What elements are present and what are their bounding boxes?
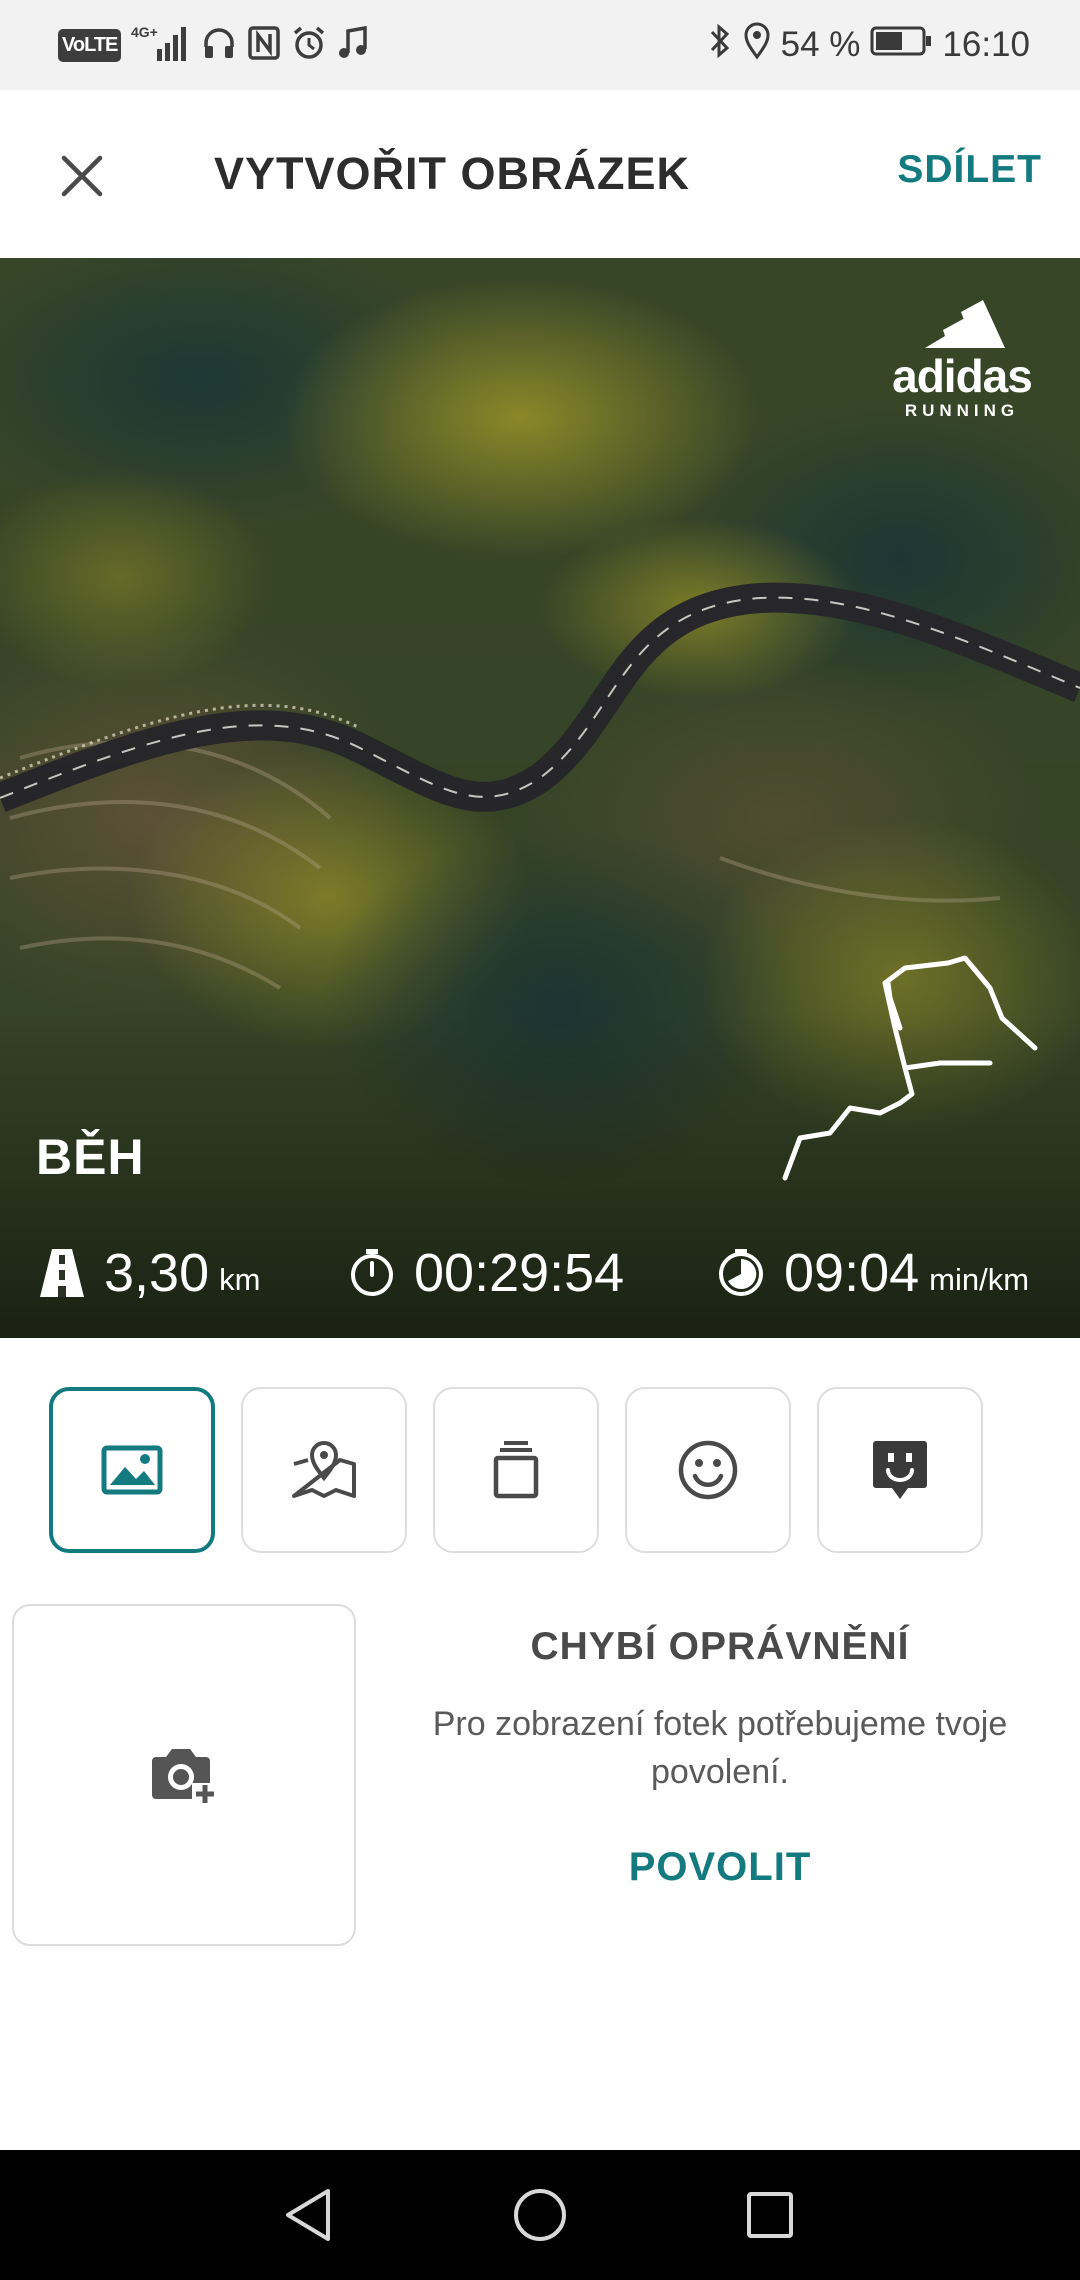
status-bar: VoLTE 4G+ 54 % 16:10: [0, 0, 1080, 90]
volte-badge: VoLTE: [58, 28, 122, 62]
bluetooth-icon: [707, 22, 733, 69]
sticker-icon: [873, 1441, 927, 1499]
pace-unit: min/km: [929, 1262, 1030, 1297]
tool-background-image[interactable]: [49, 1387, 215, 1553]
adidas-running-logo: adidas RUNNING: [882, 298, 1042, 421]
pace-stat: 09:04 min/km: [716, 1233, 1029, 1313]
back-icon: [286, 2189, 330, 2241]
headphones-icon: [201, 25, 237, 66]
camera-add-icon: [152, 1749, 218, 1803]
permission-message: Pro zobrazení fotek potřebujeme tvoje po…: [432, 1705, 1008, 1791]
recents-icon: [747, 2192, 793, 2238]
tool-emoji[interactable]: [625, 1387, 791, 1553]
location-icon: [743, 22, 771, 69]
map-icon: [292, 1441, 356, 1498]
network-type: 4G+: [131, 24, 158, 40]
page-title: VYTVOŘIT OBRÁZEK: [213, 148, 691, 199]
signal-icon: 4G+: [131, 23, 191, 68]
distance-unit: km: [219, 1262, 261, 1297]
duration-stat: 00:29:54: [348, 1233, 624, 1313]
brand-subtitle: RUNNING: [904, 401, 1020, 420]
tool-map[interactable]: [241, 1387, 407, 1553]
road-icon: [40, 1249, 84, 1297]
duration-value: 00:29:54: [414, 1243, 625, 1303]
nav-back-button[interactable]: [268, 2175, 348, 2255]
nav-recents-button[interactable]: [730, 2175, 810, 2255]
nav-home-button[interactable]: [500, 2175, 580, 2255]
app-header: VYTVOŘIT OBRÁZEK SDÍLET: [0, 90, 1080, 258]
status-bar-left: VoLTE 4G+: [58, 22, 369, 68]
image-icon: [101, 1445, 163, 1495]
layers-icon: [493, 1441, 539, 1499]
alarm-icon: [291, 25, 327, 66]
clock: 16:10: [942, 25, 1030, 64]
tool-layers[interactable]: [433, 1387, 599, 1553]
battery-percent: 54 %: [780, 25, 861, 64]
brand-wordmark: adidas: [892, 350, 1033, 402]
pace-icon: [719, 1249, 763, 1296]
pace-value: 09:04: [784, 1243, 920, 1303]
system-nav-bar: [0, 2150, 1080, 2280]
distance-stat: 3,30 km: [38, 1233, 260, 1313]
nfc-icon: [247, 25, 281, 66]
share-button[interactable]: SDÍLET: [897, 148, 1042, 192]
add-photo-tile[interactable]: [12, 1604, 356, 1946]
permission-title: CHYBÍ OPRÁVNĚNÍ: [530, 1625, 910, 1668]
stopwatch-icon: [351, 1249, 393, 1296]
tool-sticker[interactable]: [817, 1387, 983, 1553]
allow-button[interactable]: POVOLIT: [380, 1845, 1060, 1890]
activity-type: BĚH: [36, 1129, 145, 1185]
distance-value: 3,30: [104, 1243, 210, 1303]
run-photo-card: adidas RUNNING BĚH 3,30 km 00:29:54 09:0…: [0, 258, 1080, 1338]
battery-icon: [870, 25, 932, 66]
music-icon: [337, 25, 369, 66]
run-stats: 3,30 km 00:29:54 09:04 min/km: [0, 1233, 1080, 1313]
home-icon: [514, 2189, 566, 2241]
smiley-icon: [678, 1440, 738, 1500]
status-bar-right: 54 % 16:10: [707, 22, 1030, 68]
adidas-stripes-icon: [925, 300, 1005, 348]
